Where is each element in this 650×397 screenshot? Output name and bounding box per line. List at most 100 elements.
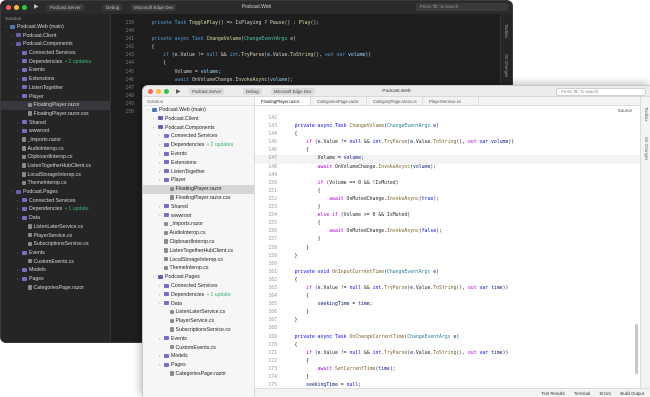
code-line[interactable]: 166 }: [255, 309, 640, 317]
code-editor[interactable]: 142 143 private async Task ChangeVolume(C…: [255, 115, 640, 396]
tree-item[interactable]: ThemeInterop.cs: [1, 179, 110, 188]
tree-item[interactable]: FloatingPlayer.razor: [143, 185, 254, 194]
code-line[interactable]: 173 await SetCurrentTime(time);: [255, 366, 640, 374]
tree-item[interactable]: › Connected Services: [143, 132, 254, 141]
code-line[interactable]: 161 private void OnInputCurrentTime(Chan…: [255, 269, 640, 277]
code-line[interactable]: 145 Volume = volume;: [112, 69, 500, 77]
code-line[interactable]: 141 private async Task ChangeVolume(Chan…: [112, 36, 500, 44]
code-line[interactable]: 147 Volume = volume;: [255, 155, 640, 164]
tree-item[interactable]: › Podcast.Pages: [143, 273, 254, 282]
tree-item[interactable]: › Podcast.Components: [143, 124, 254, 133]
tree-item[interactable]: CustomEvents.cs: [1, 258, 110, 267]
tree-item[interactable]: › Podcast.Components: [1, 40, 110, 49]
tree-item[interactable]: › ListenTogether: [143, 168, 254, 177]
tree-item[interactable]: › Connected Services: [1, 49, 110, 58]
tree-item[interactable]: _Imports.razor: [143, 220, 254, 229]
code-line[interactable]: 143 private async Task ChangeVolume(Chan…: [255, 123, 640, 131]
code-line[interactable]: 163 if (e.Value != null && int.TryParse(…: [255, 285, 640, 293]
git-changes-tab[interactable]: Git Changes: [504, 54, 509, 77]
tree-item[interactable]: › Connected Services: [143, 282, 254, 291]
build-output-button[interactable]: Build Output: [620, 391, 644, 396]
tree-item[interactable]: ListenLaterService.cs: [143, 308, 254, 317]
tree-item[interactable]: › Dependencies • 1 update: [1, 205, 110, 214]
tab-playerservice-cs[interactable]: PlayerService.cs: [423, 97, 479, 105]
code-line[interactable]: 162 {: [255, 277, 640, 285]
tree-item[interactable]: › Models: [1, 266, 110, 275]
code-line[interactable]: 172 {: [255, 358, 640, 366]
code-line[interactable]: 160: [255, 261, 640, 269]
tree-item[interactable]: › Podcast.Client: [1, 32, 110, 41]
tree-item[interactable]: › Models: [143, 352, 254, 361]
code-line[interactable]: 164 {: [255, 293, 640, 301]
code-line[interactable]: 169 private async Task OnChangeCurrentTi…: [255, 334, 640, 342]
tree-item[interactable]: › Events: [143, 335, 254, 344]
tree-item[interactable]: AudioInterop.cs: [143, 229, 254, 238]
code-line[interactable]: 144 {: [112, 60, 500, 68]
tree-item[interactable]: › Player: [1, 93, 110, 102]
code-line[interactable]: 142: [255, 115, 640, 123]
tree-item[interactable]: › Events: [1, 66, 110, 75]
tab-categorypage-razor-cs[interactable]: CategoryPage.razor.cs: [367, 97, 423, 105]
tree-item[interactable]: CustomEvents.cs: [143, 344, 254, 353]
search-input[interactable]: Press '⌘.' to search: [416, 3, 508, 11]
errors-button[interactable]: Errors: [599, 391, 611, 396]
tab-floatingplayer-razor[interactable]: FloatingPlayer.razor: [255, 97, 311, 105]
code-line[interactable]: 143 if (e.Value != null && int.TryParse(…: [112, 52, 500, 60]
tree-item[interactable]: LocalStorageInterop.cs: [1, 171, 110, 180]
code-line[interactable]: 142 {: [112, 44, 500, 52]
tree-item[interactable]: › Pages: [1, 275, 110, 284]
tree-item[interactable]: PlayerService.cs: [143, 317, 254, 326]
code-line[interactable]: 157 }: [255, 236, 640, 244]
tree-item[interactable]: › Connected Services: [1, 197, 110, 206]
code-line[interactable]: 154 else if (Volume >= 0 && IsMuted): [255, 212, 640, 220]
tree-item[interactable]: › Podcast.Web (main): [1, 23, 110, 32]
tree-item[interactable]: › Extensions: [143, 159, 254, 168]
tree-item[interactable]: › wwwroot: [1, 127, 110, 136]
tab-categoriespage-razor[interactable]: CategoriesPage.razor: [311, 97, 367, 105]
code-line[interactable]: 156 await OnMutedChange.InvokeAsync(fals…: [255, 228, 640, 236]
tree-item[interactable]: FloatingPlayer.razor.css: [1, 110, 110, 119]
tree-item[interactable]: ListenTogetherHubClient.cs: [143, 247, 254, 256]
terminal-button[interactable]: Terminal: [574, 391, 590, 396]
tree-item[interactable]: › Dependencies • 1 update: [143, 291, 254, 300]
tree-item[interactable]: › Dependencies • 2 updates: [1, 58, 110, 67]
tree-item[interactable]: PlayerService.cs: [1, 232, 110, 241]
tree-item[interactable]: ListenTogetherHubClient.cs: [1, 162, 110, 171]
tree-item[interactable]: › Podcast.Client: [143, 115, 254, 124]
code-line[interactable]: 149: [255, 172, 640, 180]
code-line[interactable]: 174 }: [255, 374, 640, 382]
tree-item[interactable]: ClipboardInterop.cs: [143, 238, 254, 247]
git-changes-tab[interactable]: Git Changes: [644, 137, 649, 160]
code-line[interactable]: 144 {: [255, 131, 640, 139]
scrollbar-thumb[interactable]: [635, 324, 638, 374]
source-selector[interactable]: Source: [255, 106, 640, 115]
code-line[interactable]: 167 }: [255, 317, 640, 325]
tree-item[interactable]: › Data: [1, 214, 110, 223]
test-results-button[interactable]: Test Results: [541, 391, 564, 396]
tree-item[interactable]: ClipboardInterop.cs: [1, 153, 110, 162]
tree-item[interactable]: › Events: [143, 150, 254, 159]
tree-item[interactable]: › Data: [143, 300, 254, 309]
tree-item[interactable]: › Dependencies • 2 updates: [143, 141, 254, 150]
tree-item[interactable]: LocalStorageInterop.cs: [143, 256, 254, 265]
code-line[interactable]: 151 {: [255, 188, 640, 196]
code-line[interactable]: 150 if (Volume == 0 && !IsMuted): [255, 180, 640, 188]
code-line[interactable]: 153 }: [255, 204, 640, 212]
toolbox-tab[interactable]: Toolbox: [504, 24, 509, 38]
tree-item[interactable]: › Pages: [143, 361, 254, 370]
tree-item[interactable]: › wwwroot: [143, 212, 254, 221]
code-line[interactable]: 158 }: [255, 245, 640, 253]
code-line[interactable]: 155 {: [255, 220, 640, 228]
tree-item[interactable]: › ListenTogether: [1, 84, 110, 93]
tree-item[interactable]: › Podcast.Pages: [1, 188, 110, 197]
tree-item[interactable]: › Extensions: [1, 75, 110, 84]
tree-item[interactable]: SubscriptionsService.cs: [1, 240, 110, 249]
tree-item[interactable]: › Podcast.Web (main): [143, 106, 254, 115]
tree-item[interactable]: › Events: [1, 249, 110, 258]
code-line[interactable]: 170 {: [255, 342, 640, 350]
tree-item[interactable]: ThemeInterop.cs: [143, 264, 254, 273]
tree-item[interactable]: › Shared: [1, 119, 110, 128]
code-line[interactable]: 140: [112, 28, 500, 36]
code-line[interactable]: 146 await OnVolumeChange.InvokeAsync(vol…: [112, 77, 500, 85]
code-line[interactable]: 168: [255, 325, 640, 333]
